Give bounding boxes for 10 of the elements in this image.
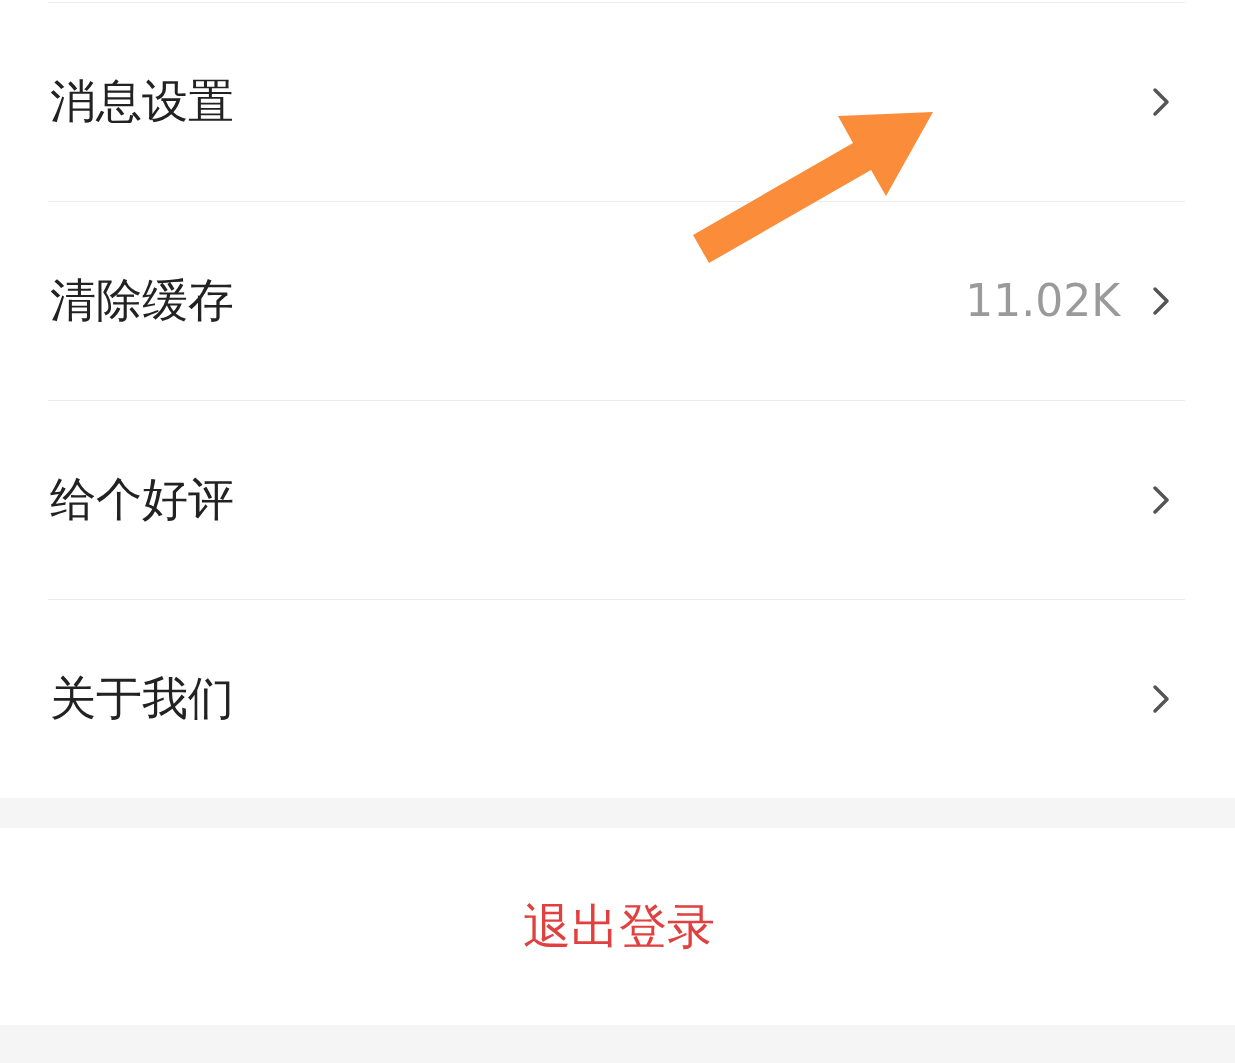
chevron-right-icon bbox=[1152, 684, 1170, 714]
chevron-right-icon bbox=[1152, 485, 1170, 515]
row-value: 11.02K bbox=[965, 274, 1120, 328]
logout-button[interactable]: 退出登录 bbox=[0, 828, 1235, 1025]
row-label: 消息设置 bbox=[50, 74, 234, 130]
row-label: 清除缓存 bbox=[50, 273, 234, 329]
chevron-right-icon bbox=[1152, 87, 1170, 117]
row-label: 关于我们 bbox=[50, 671, 234, 727]
chevron-right-icon bbox=[1152, 286, 1170, 316]
row-label: 给个好评 bbox=[50, 472, 234, 528]
